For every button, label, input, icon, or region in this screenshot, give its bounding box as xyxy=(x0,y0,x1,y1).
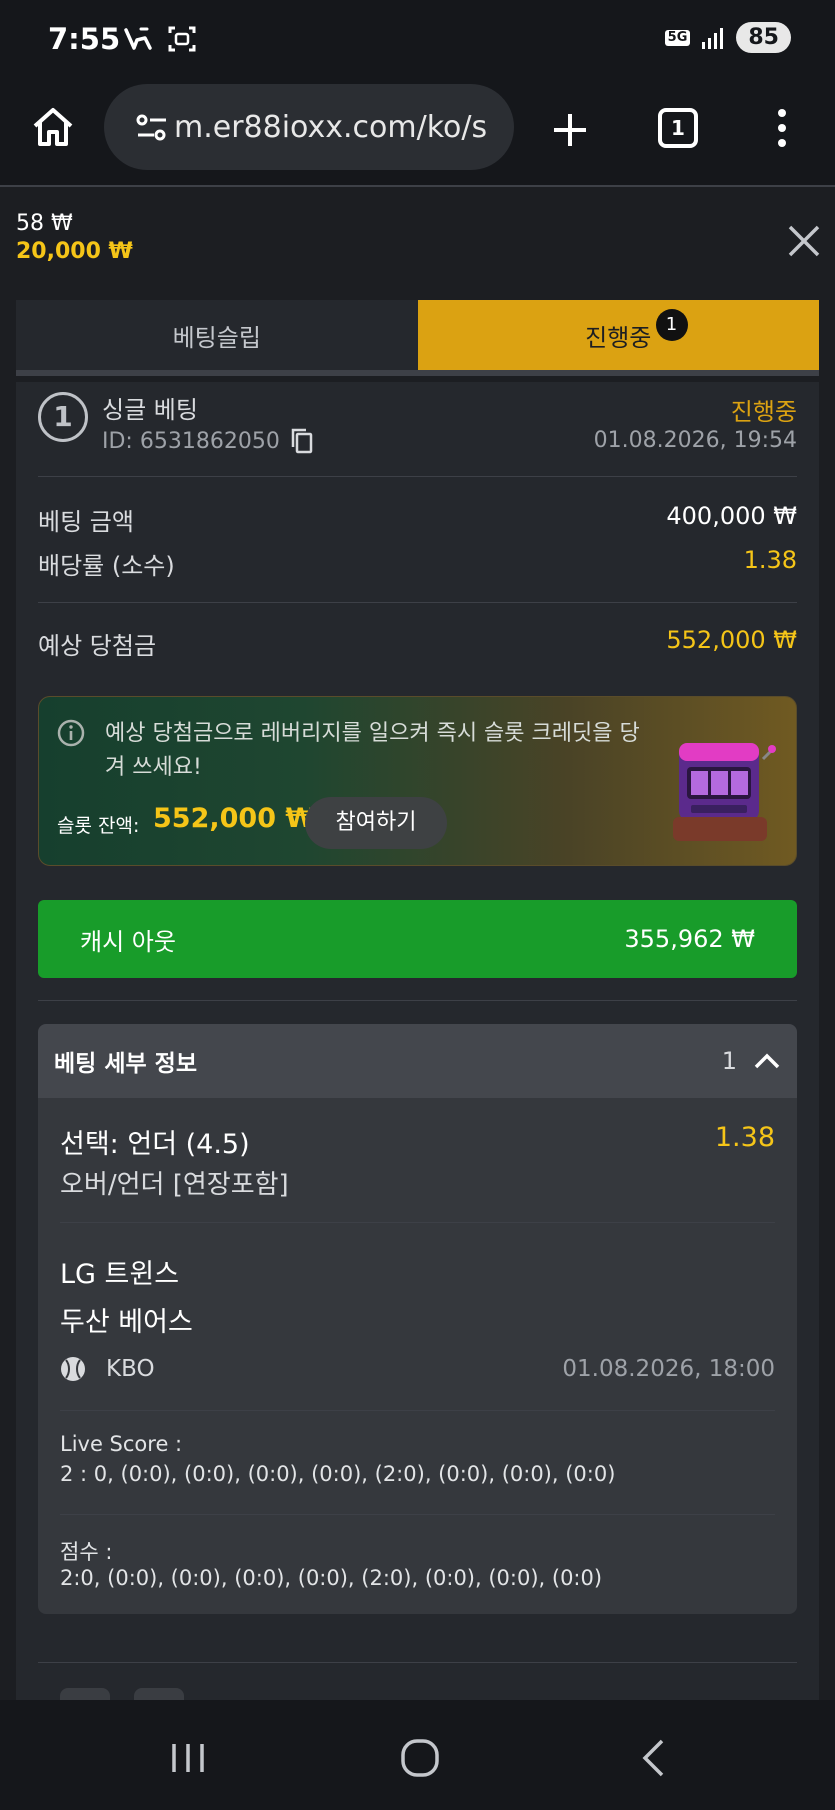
tab-in-progress-label: 진행중 xyxy=(585,323,652,352)
bet-date: 01.08.2026, 19:54 xyxy=(593,428,797,453)
potential-win-value: 552,000 ₩ xyxy=(666,626,797,654)
screenshot-icon xyxy=(168,26,196,52)
kebab-menu-icon[interactable] xyxy=(772,108,792,148)
score-label: 점수 : xyxy=(60,1540,113,1564)
system-navigation-bar xyxy=(0,1700,835,1810)
bet-id: ID: 6531862050 xyxy=(102,428,314,454)
score-value: 2:0, (0:0), (0:0), (0:0), (0:0), (2:0), … xyxy=(60,1566,603,1590)
close-icon[interactable] xyxy=(786,223,822,259)
slot-balance-label: 슬롯 잔액: xyxy=(57,815,140,837)
copy-icon[interactable] xyxy=(290,428,314,454)
tab-count-badge: 1 xyxy=(655,309,688,341)
recent-apps-icon[interactable] xyxy=(168,1742,208,1774)
stake-row: 베팅 금액 400,000 ₩ xyxy=(38,502,797,537)
baseball-icon xyxy=(61,1357,85,1381)
url-text[interactable]: m.er88ioxx.com/ko/s xyxy=(174,110,504,145)
slot-credit-promo: 예상 당첨금으로 레버리지를 일으켜 즉시 슬롯 크레딧을 당겨 쓰세요! 슬롯… xyxy=(38,696,797,866)
bet-type: 싱글 베팅 xyxy=(102,396,198,424)
bet-id-label: ID: xyxy=(102,428,133,454)
potential-win-label: 예상 당첨금 xyxy=(38,632,157,660)
address-bar[interactable]: m.er88ioxx.com/ko/s xyxy=(104,84,514,170)
battery-level: 85 xyxy=(736,22,791,53)
main-balance: 58 ₩ xyxy=(16,211,73,236)
home-icon[interactable] xyxy=(30,104,76,150)
tab-in-progress[interactable]: 진행중 1 xyxy=(417,300,819,370)
back-icon[interactable] xyxy=(640,1738,666,1778)
divider xyxy=(38,602,797,603)
promo-text: 예상 당첨금으로 레버리지를 일으켜 즉시 슬롯 크레딧을 당겨 쓰세요! xyxy=(105,721,640,780)
tune-icon[interactable] xyxy=(136,114,168,142)
market: 오버/언더 [연장포함] xyxy=(60,1170,289,1200)
status-bar: 7:55 5G 85 xyxy=(0,0,835,80)
divider xyxy=(38,476,797,477)
tab-betslip-label: 베팅슬립 xyxy=(172,323,261,352)
tab-switcher-button[interactable]: 1 xyxy=(658,108,698,148)
tab-betslip[interactable]: 베팅슬립 xyxy=(16,300,418,370)
network-type: 5G xyxy=(664,29,691,46)
browser-toolbar: m.er88ioxx.com/ko/s 1 xyxy=(0,80,835,187)
notification-icons xyxy=(123,24,197,54)
divider xyxy=(38,1000,797,1001)
clock: 7:55 xyxy=(48,22,121,56)
live-score-value: 2 : 0, (0:0), (0:0), (0:0), (0:0), (2:0)… xyxy=(60,1462,616,1486)
selection: 선택: 언더 (4.5) xyxy=(60,1129,250,1160)
cash-out-value: 355,962 ₩ xyxy=(624,925,755,953)
home-team: LG 트윈스 xyxy=(60,1259,180,1290)
system-indicators: 5G 85 xyxy=(664,22,791,53)
plus-icon[interactable] xyxy=(550,110,590,150)
bet-card: 1 싱글 베팅 ID: 6531862050 진행중 01.08.2026, 1… xyxy=(16,382,819,1702)
bonus-balance: 20,000 ₩ xyxy=(16,239,133,264)
bet-details-title: 베팅 세부 정보 xyxy=(54,1051,197,1077)
odds-value: 1.38 xyxy=(743,546,797,574)
stake-value: 400,000 ₩ xyxy=(666,502,797,530)
selection-odds: 1.38 xyxy=(714,1122,775,1153)
bet-number-badge: 1 xyxy=(38,392,88,442)
info-icon xyxy=(57,719,85,747)
odds-label: 배당률 (소수) xyxy=(38,552,175,580)
bet-id-value: 6531862050 xyxy=(139,428,280,454)
cash-out-button[interactable]: 캐시 아웃 355,962 ₩ xyxy=(38,900,797,978)
league-name: KBO xyxy=(106,1356,155,1382)
divider xyxy=(38,1662,797,1663)
slot-balance-value: 552,000 ₩ xyxy=(153,803,316,834)
slot-machine-icon xyxy=(673,743,776,841)
bet-details-count: 1 xyxy=(721,1047,737,1075)
chevron-up-icon[interactable] xyxy=(753,1052,781,1070)
cash-out-label: 캐시 아웃 xyxy=(80,927,176,956)
divider xyxy=(60,1410,775,1411)
join-button[interactable]: 참여하기 xyxy=(305,797,447,849)
signal-icon xyxy=(702,27,724,49)
bet-details-body: 선택: 언더 (4.5) 1.38 오버/언더 [연장포함] LG 트윈스 두산… xyxy=(38,1098,797,1614)
odds-row: 배당률 (소수) 1.38 xyxy=(38,546,797,581)
stake-label: 베팅 금액 xyxy=(38,508,134,536)
home-nav-icon[interactable] xyxy=(400,1738,440,1778)
divider xyxy=(60,1514,775,1515)
match-date: 01.08.2026, 18:00 xyxy=(562,1356,775,1382)
bet-status: 진행중 xyxy=(730,398,797,426)
balance-display: 58 ₩ 20,000 ₩ xyxy=(16,210,133,266)
live-score-label: Live Score : xyxy=(60,1432,183,1456)
divider xyxy=(60,1222,775,1223)
away-team: 두산 베어스 xyxy=(60,1307,193,1338)
betslip-tabs: 베팅슬립 진행중 1 xyxy=(16,300,819,376)
potential-win-row: 예상 당첨금 552,000 ₩ xyxy=(38,626,797,661)
league: KBO xyxy=(60,1356,155,1382)
vpn-key-icon xyxy=(124,27,152,50)
bet-details-header[interactable]: 베팅 세부 정보 1 xyxy=(38,1024,797,1098)
